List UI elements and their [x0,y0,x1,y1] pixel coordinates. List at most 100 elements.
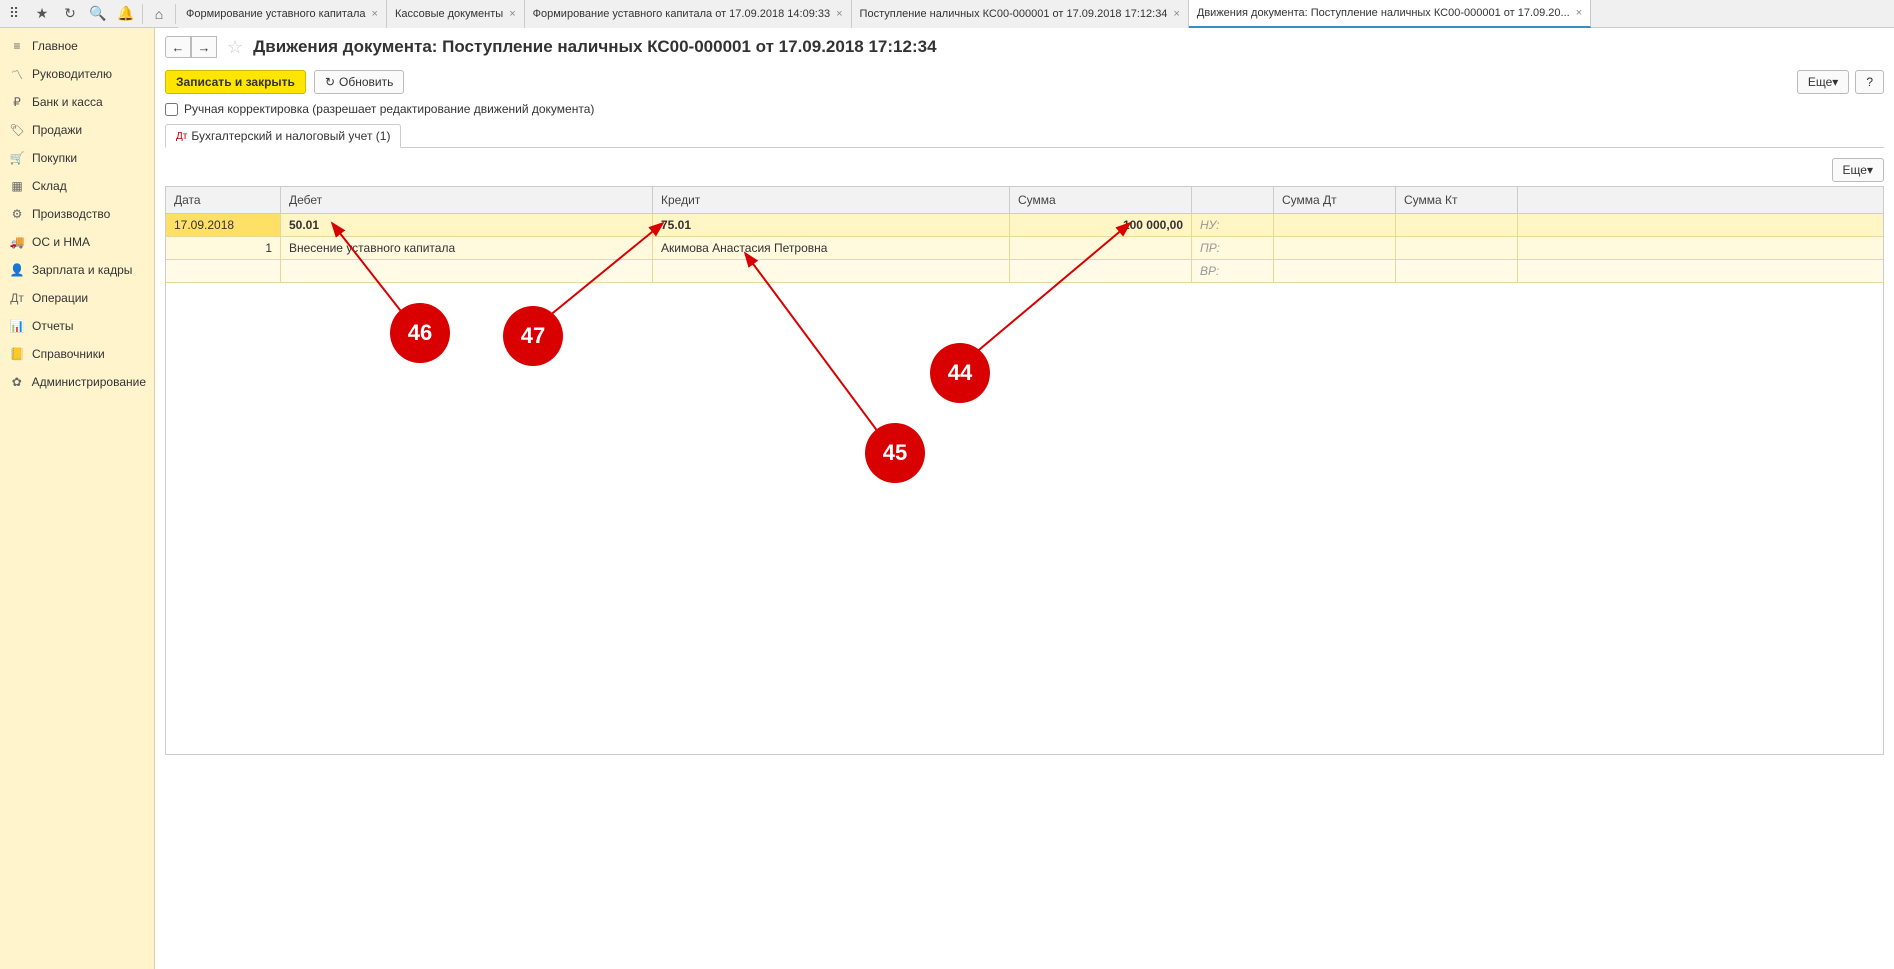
refresh-button[interactable]: ↻Обновить [314,70,404,94]
sidebar: ≡Главное 〽Руководителю ₽ Банк и касса 🏷 Пр… [0,28,155,969]
more-button[interactable]: Еще ▾ [1797,70,1849,94]
page-header: ← → ☆ Движения документа: Поступление на… [165,36,1884,58]
sidebar-item-assets[interactable]: 🚚ОС и НМА [0,228,154,256]
tab-1[interactable]: Кассовые документы × [387,0,525,28]
tab-3[interactable]: Поступление наличных КС00-000001 от 17.0… [852,0,1189,28]
sidebar-item-bank[interactable]: ₽ Банк и касса [0,88,154,116]
tab-label: Кассовые документы [395,8,503,20]
refresh-icon: ↻ [325,75,335,89]
table-row[interactable]: 1 Внесение уставного капитала Акимова Ан… [166,237,1883,260]
history-icon[interactable]: ↻ [56,0,84,28]
manual-correction-checkbox[interactable] [165,103,178,116]
help-button[interactable]: ? [1855,70,1884,94]
sidebar-item-reports[interactable]: 📊Отчеты [0,312,154,340]
cell-vr-label: ВР: [1192,260,1274,282]
tab-accounting[interactable]: Дт Бухгалтерский и налоговый учет (1) [165,124,401,148]
sidebar-item-admin[interactable]: ✿Администрирование [0,368,154,396]
sidebar-item-label: Справочники [32,347,105,361]
sub-tabs: Дт Бухгалтерский и налоговый учет (1) [165,124,1884,148]
table-more-button[interactable]: Еще ▾ [1832,158,1884,182]
person-icon: 👤 [8,263,26,277]
close-icon[interactable]: × [509,8,515,20]
sidebar-item-production[interactable]: ⚙ Производство [0,200,154,228]
cell-empty [281,260,653,282]
box-icon: ▦ [8,179,26,193]
page-title: Движения документа: Поступление наличных… [253,37,936,57]
dtk-icon: Дт [8,291,26,305]
dropdown-icon: ▾ [1832,75,1838,89]
apps-icon[interactable]: ⠿ [0,0,28,28]
sidebar-item-operations[interactable]: Дт Операции [0,284,154,312]
header-sum-dt[interactable]: Сумма Дт [1274,187,1396,213]
table-row[interactable]: ВР: [166,260,1883,283]
table-row[interactable]: 17.09.2018 50.01 75.01 100 000,00 НУ: [166,214,1883,237]
grid-body: 17.09.2018 50.01 75.01 100 000,00 НУ: 1 … [166,214,1883,754]
cell-number: 1 [166,237,281,259]
save-close-button[interactable]: Записать и закрыть [165,70,306,94]
sidebar-item-label: Продажи [32,123,82,137]
header-empty [1192,187,1274,213]
tag-icon: 🏷 [8,123,26,137]
close-icon[interactable]: × [1173,8,1179,20]
content-area: ← → ☆ Движения документа: Поступление на… [155,28,1894,969]
cell-empty [1010,237,1192,259]
sidebar-item-purchases[interactable]: 🛒 Покупки [0,144,154,172]
cart-icon: 🛒 [8,151,26,165]
bell-icon[interactable]: 🔔 [112,0,140,28]
star-icon[interactable]: ★ [28,0,56,28]
sidebar-item-dirs[interactable]: 📒 Справочники [0,340,154,368]
tab-0[interactable]: Формирование уставного капитала × [178,0,387,28]
cell-debit-desc: Внесение уставного капитала [281,237,653,259]
forward-button[interactable]: → [191,36,217,58]
header-sum-kt[interactable]: Сумма Кт [1396,187,1518,213]
cell-date: 17.09.2018 [166,214,281,236]
more-label: Еще [1843,163,1867,177]
search-icon[interactable]: 🔍 [84,0,112,28]
header-date[interactable]: Дата [166,187,281,213]
action-bar: Записать и закрыть ↻Обновить Еще ▾ ? [165,70,1884,94]
table-area: Еще ▾ Дата Дебет Кредит Сумма Сумма Дт С… [165,158,1884,755]
sidebar-item-label: Банк и касса [32,95,103,109]
cell-empty [653,260,1010,282]
tab-4[interactable]: Движения документа: Поступление наличных… [1189,0,1591,28]
header-credit[interactable]: Кредит [653,187,1010,213]
cell-debit-account: 50.01 [281,214,653,236]
favorite-icon[interactable]: ☆ [227,37,243,58]
dropdown-icon: ▾ [1867,163,1873,177]
cell-nu-label: НУ: [1192,214,1274,236]
header-sum[interactable]: Сумма [1010,187,1192,213]
sidebar-item-label: Производство [32,207,110,221]
tab-label: Формирование уставного капитала [186,8,366,20]
back-button[interactable]: ← [165,36,191,58]
grid-header: Дата Дебет Кредит Сумма Сумма Дт Сумма К… [166,187,1883,214]
close-icon[interactable]: × [372,8,378,20]
book-icon: 📒 [8,347,26,361]
cell-pr-kt [1396,237,1518,259]
ruble-icon: ₽ [8,95,26,109]
sidebar-item-label: Операции [32,291,88,305]
document-tabs: Формирование уставного капитала × Кассовы… [178,0,1894,28]
close-icon[interactable]: × [836,8,842,20]
sidebar-item-label: Зарплата и кадры [32,263,132,277]
sub-tab-label: Бухгалтерский и налоговый учет (1) [191,129,390,143]
truck-icon: 🚚 [8,235,26,249]
home-icon[interactable]: ⌂ [145,0,173,28]
sidebar-item-sales[interactable]: 🏷 Продажи [0,116,154,144]
top-toolbar: ⠿ ★ ↻ 🔍 🔔 ⌂ Формирование уставного капит… [0,0,1894,28]
gear-icon: ⚙ [8,207,26,221]
sidebar-item-hr[interactable]: 👤 Зарплата и кадры [0,256,154,284]
tab-label: Формирование уставного капитала от 17.09… [533,8,830,20]
accounting-grid: Дата Дебет Кредит Сумма Сумма Дт Сумма К… [165,186,1884,755]
sidebar-item-warehouse[interactable]: ▦Склад [0,172,154,200]
close-icon[interactable]: × [1576,7,1582,19]
sidebar-item-main[interactable]: ≡Главное [0,32,154,60]
sidebar-item-label: Отчеты [32,319,73,333]
cell-sum: 100 000,00 [1010,214,1192,236]
cell-credit-account: 75.01 [653,214,1010,236]
sidebar-item-label: Покупки [32,151,77,165]
sidebar-item-manager[interactable]: 〽Руководителю [0,60,154,88]
tab-2[interactable]: Формирование уставного капитала от 17.09… [525,0,852,28]
header-debit[interactable]: Дебет [281,187,653,213]
cell-empty [166,260,281,282]
cell-vr-kt [1396,260,1518,282]
